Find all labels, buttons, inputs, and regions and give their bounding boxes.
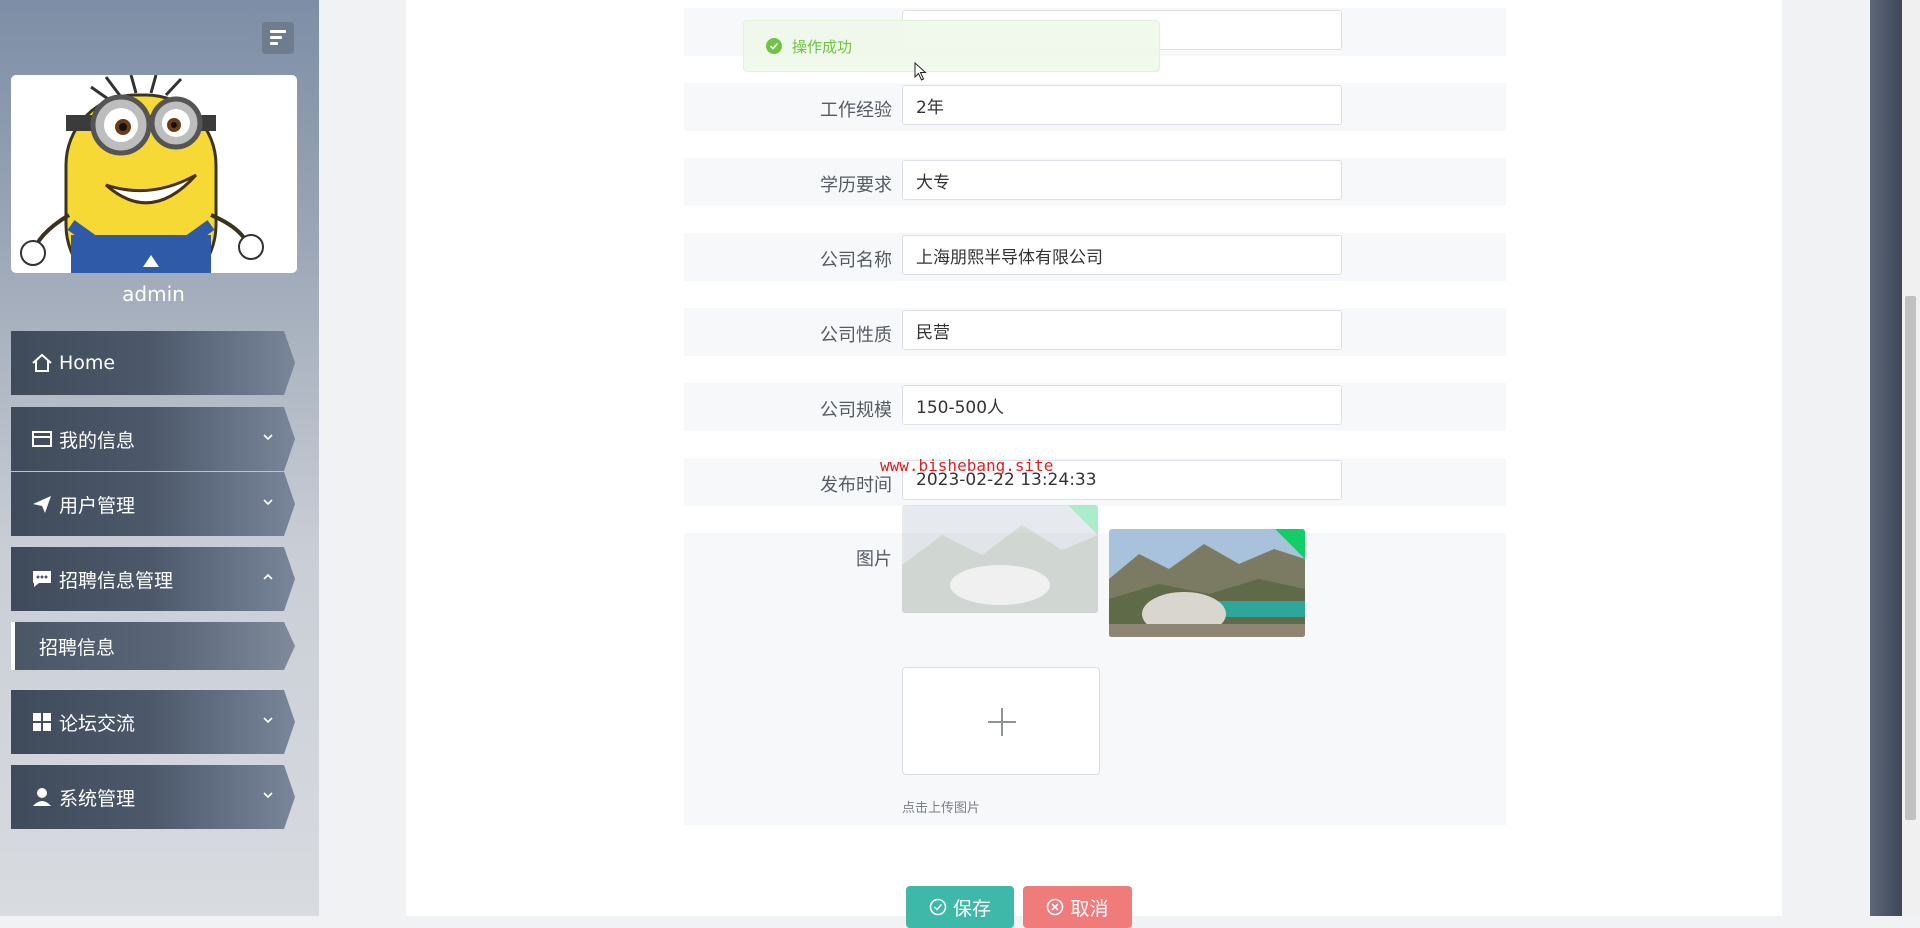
- menu-item-my-info[interactable]: 我的信息: [11, 407, 295, 471]
- menu-item-label: 我的信息: [59, 429, 136, 452]
- menu-item-system-management[interactable]: 系统管理: [11, 765, 295, 829]
- publish-time-label: 发布时间: [820, 475, 892, 496]
- work-experience-label: 工作经验: [820, 100, 892, 121]
- education-input[interactable]: [902, 160, 1342, 200]
- grid-icon: [33, 713, 51, 731]
- upload-image-button[interactable]: [902, 667, 1100, 775]
- company-name-label: 公司名称: [820, 250, 892, 271]
- work-experience-input[interactable]: [902, 85, 1342, 125]
- cancel-button-label: 取消: [1070, 897, 1109, 920]
- menu-item-user-management[interactable]: 用户管理: [11, 472, 295, 536]
- menu-item-recruitment-management[interactable]: 招聘信息管理: [11, 547, 295, 611]
- company-name-input[interactable]: [902, 235, 1342, 275]
- company-type-input[interactable]: [902, 310, 1342, 350]
- submenu-item-label: 招聘信息: [39, 636, 116, 659]
- collapse-menu-icon[interactable]: [262, 22, 294, 54]
- company-size-input[interactable]: [902, 385, 1342, 425]
- company-type-label: 公司性质: [820, 325, 892, 346]
- chevron-down-icon: [263, 499, 273, 506]
- menu-item-label: 用户管理: [59, 494, 136, 517]
- toast-message: 操作成功: [792, 37, 853, 56]
- chevron-down-icon: [263, 792, 273, 799]
- upload-hint: 点击上传图片: [902, 801, 981, 816]
- mouse-cursor-icon: [914, 62, 927, 81]
- education-label: 学历要求: [820, 175, 892, 196]
- chevron-up-icon: [263, 573, 273, 580]
- success-check-icon: [766, 38, 782, 54]
- scrollbar-thumb[interactable]: [1905, 296, 1916, 820]
- sidebar: admin Home 我的信息 用户管理 招聘信息管理 招聘信息 论坛交流 系统…: [0, 0, 319, 916]
- menu-item-label: 招聘信息管理: [59, 569, 174, 592]
- save-button-label: 保存: [952, 897, 991, 920]
- watermark: www.bishebang.site: [880, 456, 1054, 475]
- user-icon: [33, 788, 51, 806]
- company-size-label: 公司规模: [820, 400, 892, 421]
- chat-icon: [33, 571, 51, 587]
- menu-item-forum[interactable]: 论坛交流: [11, 690, 295, 754]
- image-label: 图片: [856, 549, 892, 570]
- home-icon: [32, 353, 52, 372]
- upload-success-corner: [1068, 505, 1098, 535]
- save-button[interactable]: 保存: [906, 886, 1014, 928]
- upload-success-corner: [1275, 529, 1305, 559]
- card-icon: [32, 431, 52, 447]
- username: admin: [122, 282, 185, 306]
- menu-item-label: Home: [59, 352, 116, 374]
- menu-item-label: 系统管理: [59, 787, 136, 810]
- close-circle-icon: [1047, 898, 1064, 916]
- chevron-down-icon: [263, 434, 273, 441]
- minion-avatar-icon: [20, 75, 264, 273]
- uploaded-image-thumbnail[interactable]: [902, 505, 1098, 613]
- avatar: [11, 75, 297, 273]
- paper-plane-icon: [33, 496, 51, 513]
- window-edge: [1870, 0, 1902, 916]
- chevron-down-icon: [263, 717, 273, 724]
- active-indicator: [11, 622, 15, 670]
- check-circle-icon: [929, 898, 947, 916]
- success-toast: 操作成功: [743, 20, 1160, 72]
- submenu-item-recruitment-info[interactable]: 招聘信息: [11, 622, 295, 670]
- uploaded-image-thumbnail[interactable]: [1109, 529, 1305, 637]
- menu-item-home[interactable]: Home: [11, 331, 295, 395]
- plus-icon: [988, 708, 1016, 736]
- menu-item-label: 论坛交流: [59, 712, 136, 735]
- cancel-button[interactable]: 取消: [1023, 886, 1132, 928]
